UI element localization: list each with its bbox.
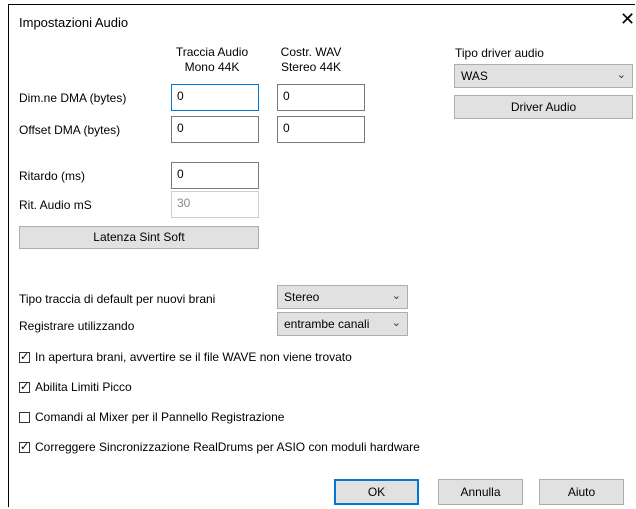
dma-offset-label: Offset DMA (bytes) <box>19 123 121 137</box>
dma-size-mono-input[interactable]: 0 <box>171 84 259 111</box>
record-using-select[interactable]: entrambe canali ⌄ <box>277 312 408 336</box>
column-header-stereo-line1: Costr. WAV <box>280 45 342 59</box>
checkmark-icon: ✓ <box>20 350 30 363</box>
checkbox-box[interactable] <box>19 411 30 423</box>
column-header-mono-line1: Traccia Audio <box>175 45 249 59</box>
delay-input[interactable]: 0 <box>171 162 259 189</box>
realdrums-asio-sync-checkbox[interactable]: ✓ Correggere Sincronizzazione RealDrums … <box>19 440 420 454</box>
delay-label: Ritardo (ms) <box>19 169 86 183</box>
column-header-stereo-line2: Stereo 44K <box>280 60 342 74</box>
ok-button[interactable]: OK <box>334 479 419 505</box>
latency-soft-synth-button[interactable]: Latenza Sint Soft <box>19 226 259 249</box>
checkbox-box[interactable]: ✓ <box>19 440 30 453</box>
dma-size-stereo-input[interactable]: 0 <box>277 84 365 111</box>
audio-ms-input: 30 <box>171 191 259 218</box>
checkbox-label: Correggere Sincronizzazione RealDrums pe… <box>35 440 420 454</box>
checkbox-label: In apertura brani, avvertire se il file … <box>35 350 352 364</box>
help-button[interactable]: Aiuto <box>539 479 624 505</box>
checkbox-label: Comandi al Mixer per il Pannello Registr… <box>35 410 285 424</box>
chevron-down-icon: ⌄ <box>391 317 401 329</box>
column-header-stereo: Costr. WAV Stereo 44K <box>271 45 351 75</box>
cancel-button[interactable]: Annulla <box>438 479 523 505</box>
track-type-value: Stereo <box>284 290 320 304</box>
checkmark-icon: ✓ <box>20 380 30 393</box>
audio-settings-dialog: Impostazioni Audio ✕ Traccia Audio Mono … <box>8 4 635 507</box>
audio-ms-label: Rit. Audio mS <box>19 198 92 212</box>
driver-type-value: WAS <box>461 69 488 83</box>
checkbox-label: Abilita Limiti Picco <box>35 380 132 394</box>
column-header-mono-line2: Mono 44K <box>184 60 240 74</box>
chevron-down-icon: ⌄ <box>391 290 401 302</box>
driver-type-select[interactable]: WAS ⌄ <box>454 64 633 88</box>
column-header-mono: Traccia Audio Mono 44K <box>167 45 257 75</box>
record-using-label: Registrare utilizzando <box>19 319 135 333</box>
record-using-value: entrambe canali <box>284 317 370 331</box>
close-icon[interactable]: ✕ <box>620 10 635 28</box>
checkbox-box[interactable]: ✓ <box>19 380 30 393</box>
dma-offset-stereo-input[interactable]: 0 <box>277 116 365 143</box>
dma-size-label: Dim.ne DMA (bytes) <box>19 91 127 105</box>
mixer-commands-checkbox[interactable]: Comandi al Mixer per il Pannello Registr… <box>19 410 284 424</box>
checkbox-box[interactable]: ✓ <box>19 350 30 363</box>
dialog-title: Impostazioni Audio <box>19 15 129 30</box>
track-type-select[interactable]: Stereo ⌄ <box>277 285 408 309</box>
track-type-label: Tipo traccia di default per nuovi brani <box>19 292 216 306</box>
dma-offset-mono-input[interactable]: 0 <box>171 116 259 143</box>
chevron-down-icon: ⌄ <box>616 69 626 81</box>
peak-limits-checkbox[interactable]: ✓ Abilita Limiti Picco <box>19 380 132 394</box>
driver-type-label: Tipo driver audio <box>455 46 544 60</box>
checkmark-icon: ✓ <box>20 440 30 453</box>
warn-missing-wave-checkbox[interactable]: ✓ In apertura brani, avvertire se il fil… <box>19 350 352 364</box>
audio-driver-button[interactable]: Driver Audio <box>454 95 633 119</box>
